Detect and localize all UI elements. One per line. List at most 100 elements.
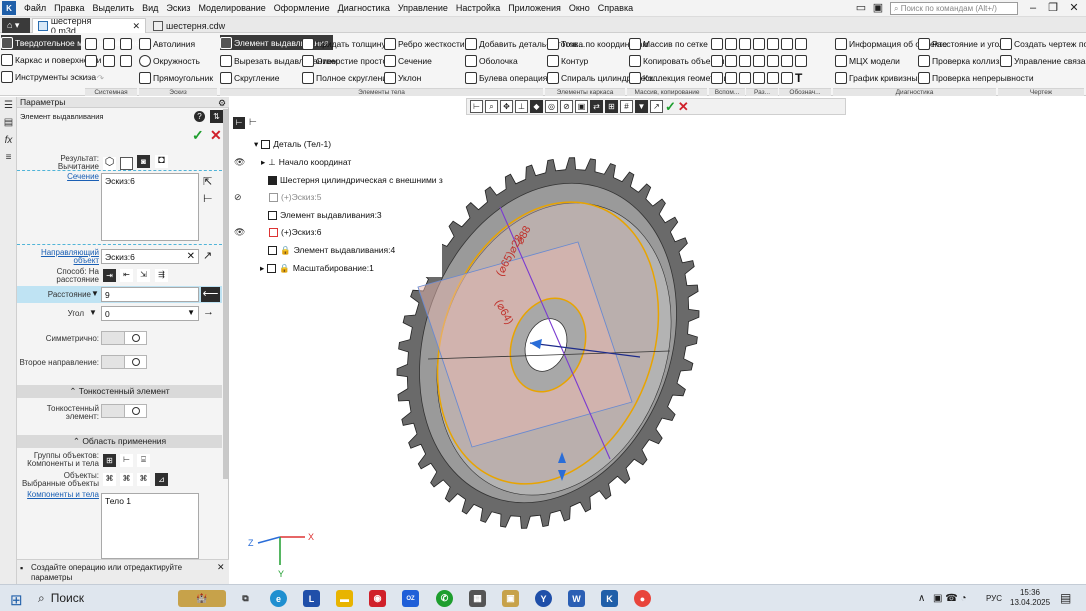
- tree-item-gear[interactable]: Шестерня цилиндрическая с внешними з: [268, 174, 443, 186]
- tray-icons[interactable]: ▣ ☎ ◔: [933, 593, 967, 604]
- intersect-icon[interactable]: ◘: [155, 155, 168, 168]
- cancel-icon[interactable]: ✕: [210, 127, 222, 144]
- pan-icon[interactable]: ✥: [500, 100, 513, 113]
- cancel-icon[interactable]: ✕: [678, 99, 689, 115]
- direction-arrow-button[interactable]: ⟵: [201, 287, 220, 302]
- variables-icon[interactable]: fx: [3, 135, 14, 146]
- mass-props-button[interactable]: МЦХ модели: [835, 53, 900, 68]
- fillet-button[interactable]: Скругление: [220, 70, 280, 85]
- menu-sketch[interactable]: Эскиз: [162, 3, 194, 13]
- second-direction-toggle[interactable]: [101, 355, 147, 369]
- command-search-input[interactable]: ⌕ Поиск по командам (Alt+/): [890, 2, 1018, 15]
- menu-view[interactable]: Вид: [138, 3, 162, 13]
- screen-icon[interactable]: ▣: [870, 1, 886, 15]
- close-tab-icon[interactable]: ✕: [132, 21, 140, 32]
- components-link[interactable]: Компоненты и тела: [19, 491, 99, 499]
- menu-edit[interactable]: Правка: [50, 3, 88, 13]
- tab-solid-modeling[interactable]: Твердотельное моделирование: [1, 35, 139, 50]
- linked-drawings-button[interactable]: Управление связанными ч...: [1000, 53, 1086, 68]
- autoline-button[interactable]: Автолиния: [139, 36, 195, 51]
- layout-icon[interactable]: ▭: [853, 1, 869, 15]
- menu-apps[interactable]: Приложения: [504, 3, 565, 13]
- windows-start-icon[interactable]: ⊞: [10, 591, 23, 609]
- tree-icon[interactable]: ⊢: [120, 454, 133, 467]
- tree-item-sketch6[interactable]: 👁 (+)Эскиз:6: [234, 226, 321, 238]
- tab-gear-drawing[interactable]: шестерня.cdw: [148, 18, 230, 33]
- all-objects-icon[interactable]: ⌘: [103, 473, 116, 486]
- yandex-icon[interactable]: Y: [535, 590, 552, 607]
- circle-button[interactable]: Окружность: [139, 53, 200, 68]
- params-icon[interactable]: ▤: [3, 117, 14, 128]
- task-view-icon[interactable]: ⧉: [237, 590, 254, 607]
- preview-button[interactable]: [103, 53, 115, 68]
- arrow-right-icon[interactable]: →: [203, 306, 214, 318]
- tree-item-origin[interactable]: 👁 ▸ ⊥ Начало координат: [234, 156, 351, 168]
- help-icon[interactable]: ?: [194, 111, 205, 122]
- menu-settings[interactable]: Настройка: [452, 3, 504, 13]
- chevron-down-icon[interactable]: ▼: [187, 308, 195, 317]
- direction-link[interactable]: Направляющий объект: [19, 249, 99, 265]
- pick-icon[interactable]: ⇱: [203, 175, 212, 188]
- to-vertex-icon[interactable]: ⇤: [120, 269, 133, 282]
- calculator-icon[interactable]: ▦: [469, 590, 486, 607]
- ozon-icon[interactable]: OZ: [402, 590, 419, 607]
- rib-button[interactable]: Ребро жесткости: [384, 36, 465, 51]
- distance-angle-button[interactable]: Расстояние и угол: [918, 36, 1004, 51]
- scope-section[interactable]: ⌃ Область применения: [17, 435, 222, 448]
- tree-item-scale[interactable]: ▸ 🔒 Масштабирование:1: [260, 262, 374, 274]
- section-link[interactable]: Сечение: [19, 173, 99, 181]
- close-icon[interactable]: ✕: [1066, 1, 1082, 15]
- explorer-icon[interactable]: ▬: [336, 590, 353, 607]
- word-icon[interactable]: W: [568, 590, 585, 607]
- l-app-icon[interactable]: L: [303, 590, 320, 607]
- array-grid-button[interactable]: Массив по сетке: [629, 36, 708, 51]
- ok-icon[interactable]: ✓: [665, 99, 676, 115]
- tree-toggle-icon[interactable]: ⇅: [210, 110, 223, 123]
- tree-mode-icon[interactable]: ⊢: [233, 117, 245, 129]
- visible-objects-icon[interactable]: ⌘: [120, 473, 133, 486]
- open-button[interactable]: [103, 36, 115, 51]
- tree-item-extrude3[interactable]: Элемент выдавливания:3: [268, 209, 382, 221]
- minimize-icon[interactable]: –: [1025, 1, 1041, 15]
- menu-select[interactable]: Выделить: [89, 3, 139, 13]
- menu-manage[interactable]: Управление: [394, 3, 452, 13]
- gear-icon[interactable]: ⚙: [218, 98, 226, 109]
- home-tab[interactable]: ⌂ ▾: [2, 18, 30, 33]
- aux-tools-2[interactable]: [711, 53, 807, 68]
- tree-icon[interactable]: ☰: [3, 100, 14, 111]
- continuity-button[interactable]: Проверка непрерывности: [918, 70, 1034, 85]
- union-icon[interactable]: [120, 157, 133, 170]
- filter-objects-icon[interactable]: ⌘: [137, 473, 150, 486]
- kompas-icon[interactable]: K: [601, 590, 618, 607]
- widget-icon[interactable]: 🏰: [178, 590, 226, 607]
- chrome-icon[interactable]: ●: [634, 590, 651, 607]
- menu-file[interactable]: Файл: [20, 3, 50, 13]
- menu-icon[interactable]: ≡: [3, 152, 14, 163]
- snap-icon[interactable]: ⊞: [605, 100, 618, 113]
- notifications-icon[interactable]: ▤: [1060, 591, 1071, 605]
- ok-icon[interactable]: ✓: [192, 127, 204, 144]
- clear-icon[interactable]: ✕: [187, 251, 195, 262]
- zoom-icon[interactable]: ⌕: [485, 100, 498, 113]
- thin-wall-toggle[interactable]: [101, 404, 147, 418]
- menu-modeling[interactable]: Моделирование: [194, 3, 269, 13]
- hide-icon[interactable]: ⊘: [560, 100, 573, 113]
- tree-pick-icon[interactable]: ⊢: [203, 192, 213, 205]
- hole-button[interactable]: Отверстие простое: [302, 53, 392, 68]
- properties-button[interactable]: [120, 53, 132, 68]
- tab-gear-model[interactable]: шестерня 0.m3d ✕: [32, 16, 146, 36]
- game-icon[interactable]: ▣: [502, 590, 519, 607]
- curvature-button[interactable]: График кривизны: [835, 70, 918, 85]
- tray-up-icon[interactable]: ∧: [918, 593, 925, 604]
- taskbar-search[interactable]: ⌕ Поиск: [38, 591, 84, 606]
- distance-input[interactable]: 9: [101, 287, 199, 302]
- axis-icon[interactable]: ⊥: [515, 100, 528, 113]
- full-fillet-button[interactable]: Полное скругление: [302, 70, 392, 85]
- display-mode-icon[interactable]: ▣: [575, 100, 588, 113]
- create-drawing-button[interactable]: Создать чертеж по модели: [1000, 36, 1086, 51]
- orientation-icon[interactable]: ◎: [545, 100, 558, 113]
- tree-view-icon[interactable]: ⊢: [470, 100, 483, 113]
- cylinder-icon[interactable]: ⌸: [137, 454, 150, 467]
- rectangle-button[interactable]: Прямоугольник: [139, 70, 213, 85]
- components-bodies-icon[interactable]: ⊞: [103, 454, 116, 467]
